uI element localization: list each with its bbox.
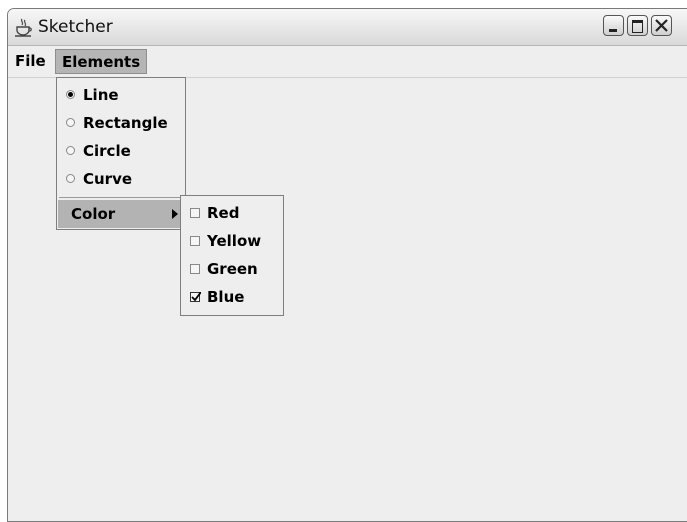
menu-item-label: Line (83, 86, 119, 104)
menu-bar: File Elements (8, 46, 687, 78)
radio-unselected-icon (66, 174, 75, 183)
menu-item-label: Curve (83, 170, 133, 188)
menu-item-red[interactable]: Red (181, 199, 283, 227)
radio-selected-icon (66, 90, 75, 99)
java-coffee-cup-icon[interactable] (14, 18, 34, 38)
menu-item-label: Color (71, 205, 116, 223)
close-icon (655, 19, 668, 32)
submenu-arrow-icon (172, 209, 178, 219)
menu-elements[interactable]: Elements (55, 49, 148, 74)
minimize-icon (609, 29, 617, 32)
menu-item-label: Rectangle (83, 114, 168, 132)
maximize-icon (632, 20, 643, 33)
menu-item-curve[interactable]: Curve (57, 165, 185, 193)
elements-menu-popup: Line Rectangle Circle Curve Color (56, 77, 186, 230)
menu-item-green[interactable]: Green (181, 255, 283, 283)
menu-item-label: Blue (207, 288, 245, 306)
menu-item-rectangle[interactable]: Rectangle (57, 109, 185, 137)
title-bar[interactable]: Sketcher (8, 9, 687, 46)
window-title: Sketcher (38, 17, 113, 37)
menu-item-color[interactable]: Color (58, 200, 184, 228)
checkbox-unchecked-icon (190, 264, 200, 274)
menu-item-yellow[interactable]: Yellow (181, 227, 283, 255)
menu-item-blue[interactable]: Blue (181, 283, 283, 311)
menu-item-circle[interactable]: Circle (57, 137, 185, 165)
radio-unselected-icon (66, 118, 75, 127)
menu-item-label: Yellow (207, 232, 262, 250)
color-submenu-popup: Red Yellow Green Blue (180, 195, 284, 316)
sketcher-window: Sketcher File Elements Line Rectangle Ci… (7, 8, 687, 522)
menu-item-label: Red (207, 204, 240, 222)
checkbox-unchecked-icon (190, 236, 200, 246)
menu-separator (59, 197, 183, 198)
close-button[interactable] (651, 15, 672, 36)
menu-file[interactable]: File (8, 49, 53, 74)
checkbox-unchecked-icon (190, 208, 200, 218)
maximize-button[interactable] (627, 15, 648, 36)
menu-item-line[interactable]: Line (57, 81, 185, 109)
minimize-button[interactable] (603, 15, 624, 36)
checkbox-checked-icon (190, 292, 201, 302)
menu-item-label: Green (207, 260, 258, 278)
radio-unselected-icon (66, 146, 75, 155)
menu-item-label: Circle (83, 142, 131, 160)
